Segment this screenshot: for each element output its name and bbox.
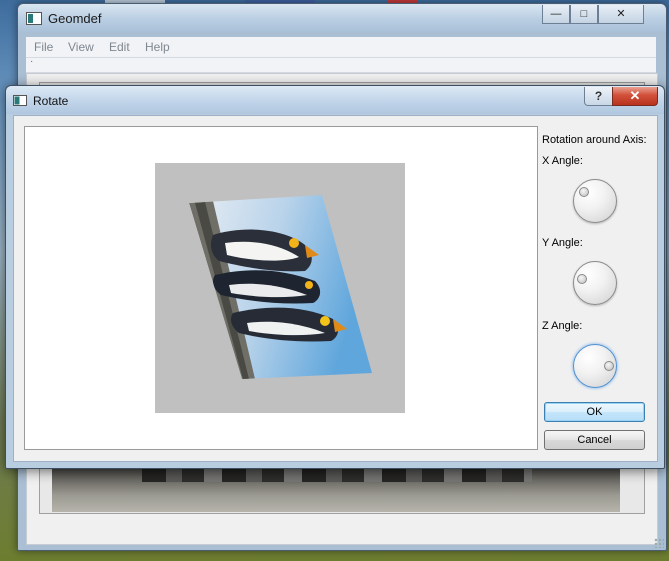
dial-notch: [604, 361, 614, 371]
dialog-titlebar[interactable]: Rotate ? ✕: [6, 86, 664, 114]
dial-notch: [577, 274, 587, 284]
z-angle-label: Z Angle:: [542, 320, 583, 332]
minimize-button[interactable]: —: [542, 5, 570, 24]
maximize-button[interactable]: □: [570, 5, 598, 24]
rotation-axis-title: Rotation around Axis:: [542, 134, 647, 146]
dialog-client-area: Rotation around Axis: X Angle: Y Angle: …: [13, 115, 658, 462]
main-window-title: Geomdef: [48, 11, 102, 26]
dial-notch: [579, 187, 589, 197]
app-icon: [13, 95, 27, 106]
y-angle-dial[interactable]: [573, 261, 617, 305]
toolbar-handle[interactable]: ·: [30, 56, 33, 67]
ok-button[interactable]: OK: [544, 402, 645, 422]
close-button[interactable]: ✕: [598, 5, 644, 24]
rotated-image: [189, 195, 372, 379]
preview-panel: [24, 126, 538, 450]
menu-bar: File View Edit Help: [26, 37, 656, 58]
help-button[interactable]: ?: [584, 87, 613, 106]
app-icon: [26, 12, 42, 25]
toolbar: ·: [26, 56, 656, 73]
menu-view[interactable]: View: [68, 40, 94, 54]
x-angle-dial[interactable]: [573, 179, 617, 223]
preview-canvas: [155, 163, 405, 413]
background-photo: [52, 464, 620, 512]
menu-file[interactable]: File: [34, 40, 53, 54]
menu-edit[interactable]: Edit: [109, 40, 130, 54]
resize-grip[interactable]: [654, 538, 664, 548]
dialog-title: Rotate: [33, 94, 69, 108]
close-button[interactable]: ✕: [612, 87, 658, 106]
main-titlebar[interactable]: Geomdef — □ ✕: [18, 4, 666, 32]
menu-help[interactable]: Help: [145, 40, 170, 54]
y-angle-label: Y Angle:: [542, 237, 583, 249]
rotate-dialog: Rotate ? ✕ Rotation around Axis: X Angle…: [5, 85, 665, 469]
window-controls: — □ ✕: [542, 5, 644, 25]
cancel-button[interactable]: Cancel: [544, 430, 645, 450]
z-angle-dial[interactable]: [573, 344, 617, 388]
x-angle-label: X Angle:: [542, 155, 583, 167]
